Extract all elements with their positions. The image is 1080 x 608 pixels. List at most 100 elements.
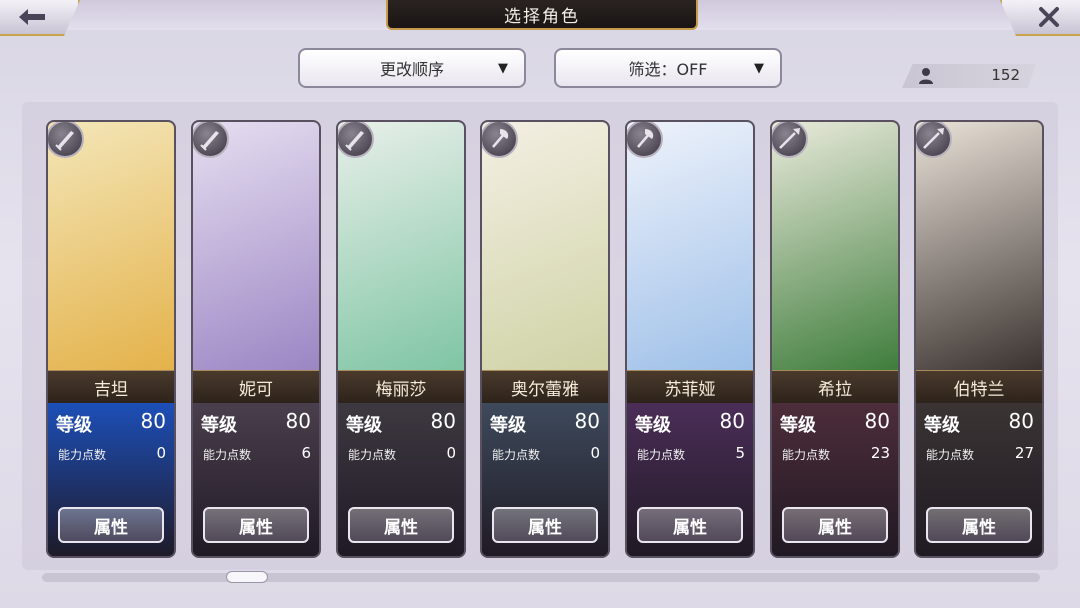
filter-label: 筛选：OFF bbox=[628, 60, 708, 79]
level-value: 80 bbox=[864, 409, 890, 433]
level-value: 80 bbox=[719, 409, 745, 433]
page-title-plate: 选择角色 bbox=[386, 0, 698, 30]
character-name-bar: 梅丽莎 bbox=[338, 370, 464, 404]
character-stats: 等级 80 能力点数 27 属性 bbox=[916, 403, 1042, 556]
horizontal-scrollbar[interactable] bbox=[42, 573, 1040, 582]
level-value: 80 bbox=[140, 409, 166, 433]
level-value: 80 bbox=[574, 409, 600, 433]
ability-points-value: 0 bbox=[156, 444, 166, 462]
character-card[interactable]: 希拉 等级 80 能力点数 23 属性 bbox=[770, 120, 900, 558]
character-stats: 等级 80 能力点数 23 属性 bbox=[772, 403, 898, 556]
character-name: 梅丽莎 bbox=[375, 379, 427, 400]
character-card[interactable]: 妮可 等级 80 能力点数 6 属性 bbox=[191, 120, 321, 558]
character-name-bar: 妮可 bbox=[193, 370, 319, 404]
character-name-bar: 苏菲娅 bbox=[627, 370, 753, 404]
page-title: 选择角色 bbox=[504, 6, 580, 27]
axe-icon bbox=[482, 122, 518, 158]
character-card[interactable]: 梅丽莎等级 80 能力点数 0 属性 bbox=[336, 120, 466, 558]
character-name: 苏菲娅 bbox=[664, 379, 716, 400]
close-button[interactable] bbox=[1000, 0, 1080, 36]
spear-icon bbox=[772, 122, 808, 158]
level-value: 80 bbox=[430, 409, 456, 433]
ability-points-value: 5 bbox=[735, 444, 745, 462]
character-stats: 等级 80 能力点数 0 属性 bbox=[482, 403, 608, 556]
ability-points-label: 能力点数 bbox=[637, 448, 686, 462]
filter-dropdown[interactable]: 筛选：OFF ▼ bbox=[554, 48, 782, 88]
level-label: 等级 bbox=[490, 415, 526, 436]
character-stats: 等级 80 能力点数 6 属性 bbox=[193, 403, 319, 556]
spear-icon bbox=[916, 122, 952, 158]
character-card[interactable]: 苏菲娅等级 80 能力点数 5 属性 bbox=[625, 120, 755, 558]
level-label: 等级 bbox=[780, 415, 816, 436]
character-count: 152 bbox=[991, 66, 1020, 84]
attributes-button-label: 属性 bbox=[384, 517, 418, 538]
attributes-button[interactable]: 属性 bbox=[203, 507, 309, 543]
character-portrait bbox=[338, 122, 464, 370]
character-stats: 等级 80 能力点数 0 属性 bbox=[338, 403, 464, 556]
attributes-button-label: 属性 bbox=[528, 517, 562, 538]
person-icon bbox=[919, 68, 933, 84]
attributes-button-label: 属性 bbox=[94, 517, 128, 538]
back-button[interactable] bbox=[0, 0, 80, 36]
ability-points-value: 27 bbox=[1014, 444, 1034, 462]
character-portrait bbox=[193, 122, 319, 370]
ability-points-label: 能力点数 bbox=[348, 448, 397, 462]
level-label: 等级 bbox=[346, 415, 382, 436]
attributes-button[interactable]: 属性 bbox=[492, 507, 598, 543]
ability-points-label: 能力点数 bbox=[782, 448, 831, 462]
character-name-bar: 吉坦 bbox=[48, 370, 174, 404]
character-card[interactable]: 奥尔蕾雅等级 80 能力点数 0 属性 bbox=[480, 120, 610, 558]
level-value: 80 bbox=[1008, 409, 1034, 433]
character-name-bar: 伯特兰 bbox=[916, 370, 1042, 404]
attributes-button[interactable]: 属性 bbox=[637, 507, 743, 543]
character-name-bar: 奥尔蕾雅 bbox=[482, 370, 608, 404]
attributes-button-label: 属性 bbox=[673, 517, 707, 538]
scrollbar-thumb[interactable] bbox=[226, 571, 268, 583]
attributes-button[interactable]: 属性 bbox=[58, 507, 164, 543]
ability-points-label: 能力点数 bbox=[926, 448, 975, 462]
character-card[interactable]: 吉坦 等级 80 能力点数 0 属性 bbox=[46, 120, 176, 558]
attributes-button-label: 属性 bbox=[818, 517, 852, 538]
dagger-icon bbox=[48, 122, 84, 158]
attributes-button-label: 属性 bbox=[239, 517, 273, 538]
character-portrait bbox=[48, 122, 174, 370]
attributes-button[interactable]: 属性 bbox=[782, 507, 888, 543]
level-label: 等级 bbox=[56, 415, 92, 436]
sort-order-label: 更改顺序 bbox=[379, 60, 444, 79]
ability-points-value: 0 bbox=[446, 444, 456, 462]
character-portrait bbox=[772, 122, 898, 370]
attributes-button[interactable]: 属性 bbox=[348, 507, 454, 543]
chevron-down-icon: ▼ bbox=[754, 61, 764, 76]
character-stats: 等级 80 能力点数 0 属性 bbox=[48, 403, 174, 556]
level-value: 80 bbox=[285, 409, 311, 433]
attributes-button[interactable]: 属性 bbox=[926, 507, 1032, 543]
character-stats: 等级 80 能力点数 5 属性 bbox=[627, 403, 753, 556]
character-name: 妮可 bbox=[239, 379, 273, 400]
character-name-bar: 希拉 bbox=[772, 370, 898, 404]
sort-order-dropdown[interactable]: 更改顺序 ▼ bbox=[298, 48, 526, 88]
character-name: 吉坦 bbox=[94, 379, 128, 400]
close-icon bbox=[1039, 7, 1059, 27]
character-name: 伯特兰 bbox=[953, 379, 1005, 400]
ability-points-value: 6 bbox=[301, 444, 311, 462]
ability-points-label: 能力点数 bbox=[203, 448, 252, 462]
dagger-icon bbox=[193, 122, 229, 158]
attributes-button-label: 属性 bbox=[962, 517, 996, 538]
level-label: 等级 bbox=[924, 415, 960, 436]
back-arrow-icon bbox=[19, 9, 45, 25]
character-portrait bbox=[627, 122, 753, 370]
level-label: 等级 bbox=[201, 415, 237, 436]
character-name: 奥尔蕾雅 bbox=[511, 379, 579, 400]
level-label: 等级 bbox=[635, 415, 671, 436]
character-count-badge: 152 bbox=[902, 64, 1036, 88]
dagger-icon bbox=[338, 122, 374, 158]
ability-points-label: 能力点数 bbox=[58, 448, 107, 462]
ability-points-value: 0 bbox=[590, 444, 600, 462]
character-card[interactable]: 伯特兰等级 80 能力点数 27 属性 bbox=[914, 120, 1044, 558]
character-portrait bbox=[482, 122, 608, 370]
axe-icon bbox=[627, 122, 663, 158]
character-name: 希拉 bbox=[818, 379, 852, 400]
ability-points-label: 能力点数 bbox=[492, 448, 541, 462]
chevron-down-icon: ▼ bbox=[498, 61, 508, 76]
character-portrait bbox=[916, 122, 1042, 370]
